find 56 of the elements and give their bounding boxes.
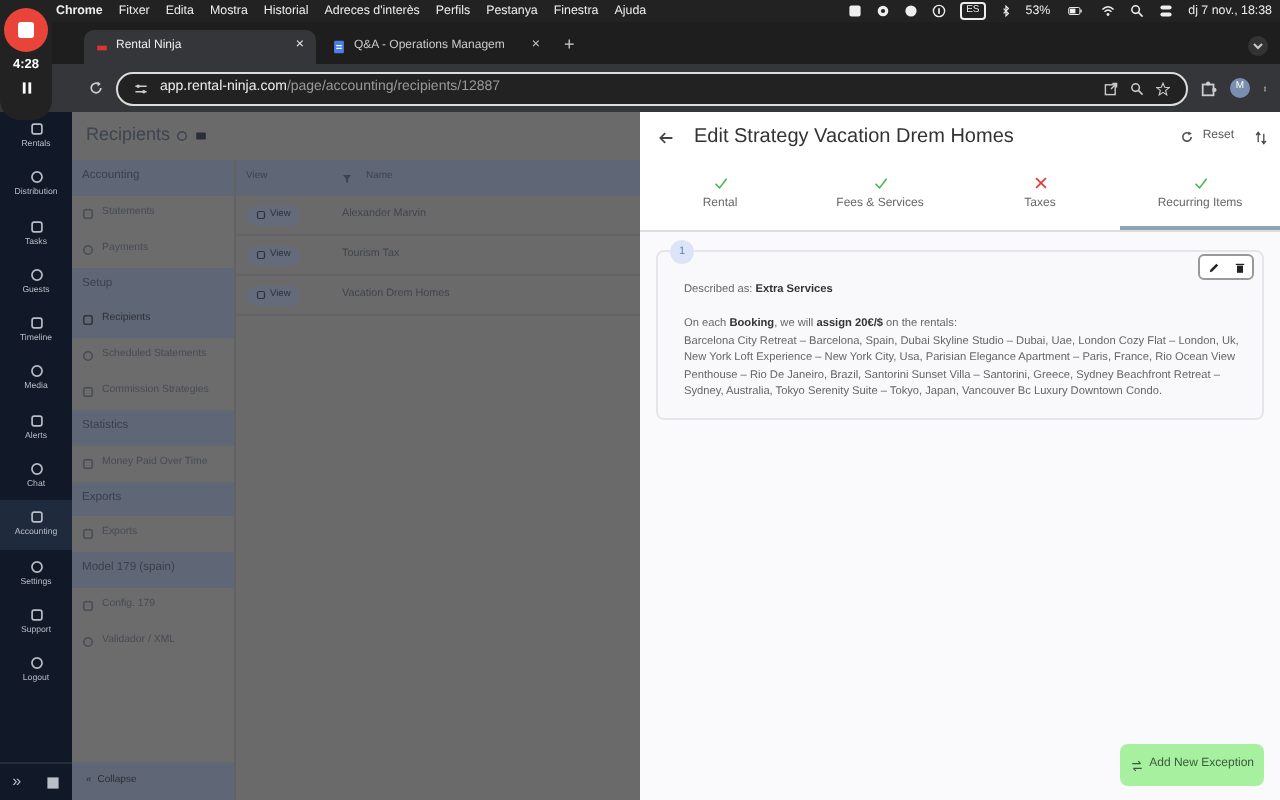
- sort-icon[interactable]: [1254, 129, 1268, 145]
- chevron-icon[interactable]: [1248, 36, 1268, 56]
- square-icon: [82, 599, 94, 611]
- circle-icon: [29, 170, 43, 185]
- square-icon: [29, 510, 43, 525]
- circle-icon: [82, 350, 94, 362]
- new-tab-button[interactable]: +: [556, 31, 583, 64]
- square-icon: [82, 528, 94, 540]
- square-icon: [29, 316, 43, 331]
- puzzle-icon[interactable]: [1200, 79, 1218, 97]
- square-icon: [29, 607, 43, 622]
- circle-icon: [29, 559, 43, 574]
- tune-icon: [134, 81, 148, 95]
- pause-button[interactable]: [19, 79, 33, 96]
- pause-icon: [19, 79, 33, 96]
- stop-recording-button[interactable]: [4, 8, 48, 52]
- help-icon: [176, 130, 189, 142]
- circle-icon: [29, 462, 43, 476]
- square-icon: [29, 219, 43, 234]
- search-icon[interactable]: [1130, 4, 1145, 18]
- circle-icon: [29, 267, 43, 282]
- circle-icon: [82, 243, 94, 255]
- bluetooth-icon[interactable]: [999, 4, 1012, 18]
- square-icon[interactable]: [848, 4, 863, 18]
- square-icon: [82, 457, 94, 469]
- wifi-icon[interactable]: [1100, 4, 1117, 18]
- flag-icon: [96, 41, 108, 53]
- circle-icon: [29, 656, 43, 671]
- circle-icon: [29, 364, 43, 379]
- square-icon: [82, 386, 94, 398]
- square-icon: [29, 413, 43, 428]
- edit-square-icon[interactable]: [256, 210, 266, 220]
- stop-icon: [16, 20, 36, 40]
- filter-icon: [342, 173, 352, 183]
- edit-square-icon[interactable]: [256, 250, 266, 260]
- star-icon[interactable]: [1156, 81, 1170, 95]
- drawer-title: Edit Strategy Vacation Drem Homes: [694, 124, 1016, 152]
- swap-arrows-icon: [1129, 759, 1144, 771]
- expand-icon[interactable]: »: [12, 770, 22, 794]
- circle-icon: [82, 635, 94, 647]
- external-link-icon[interactable]: [1104, 81, 1118, 95]
- zoom-icon[interactable]: [1130, 81, 1144, 95]
- back-arrow-icon[interactable]: [658, 129, 674, 145]
- battery-icon[interactable]: [1064, 4, 1087, 18]
- grid-icon[interactable]: [45, 775, 60, 789]
- reload-icon[interactable]: [88, 80, 104, 96]
- reload-icon: [1180, 130, 1195, 144]
- pencil-icon: [1207, 261, 1219, 273]
- square-icon: [29, 121, 43, 136]
- circle-icon[interactable]: [904, 4, 919, 18]
- document-icon: [332, 40, 346, 54]
- square-icon: [82, 314, 94, 326]
- edit-square-icon[interactable]: [256, 290, 266, 300]
- trash-icon: [1233, 261, 1245, 273]
- square-icon: [82, 207, 94, 219]
- info-icon[interactable]: [932, 4, 947, 18]
